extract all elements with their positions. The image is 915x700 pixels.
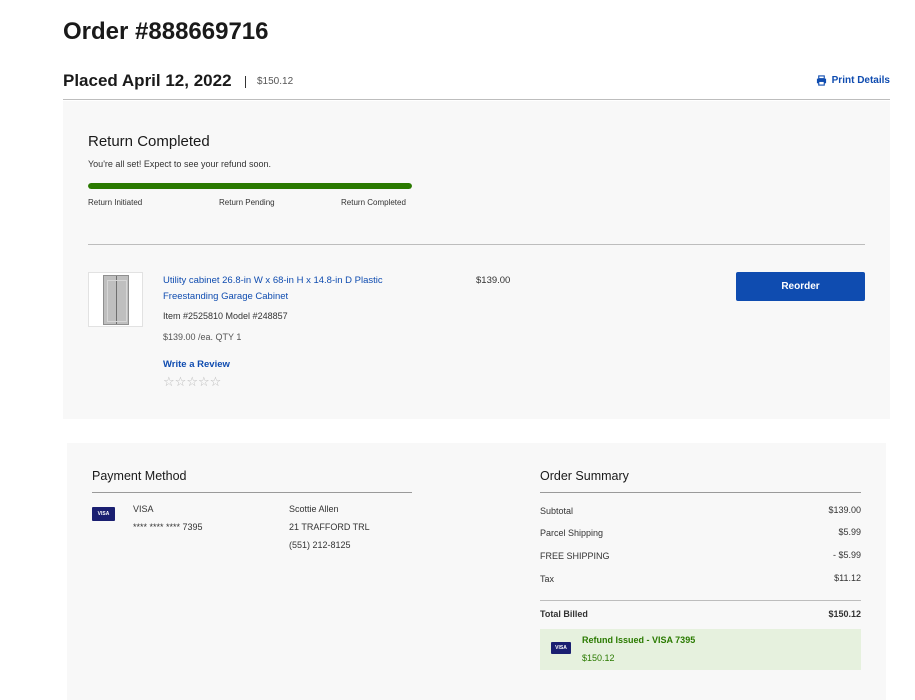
product-item-model: Item #2525810 Model #248857 bbox=[163, 311, 288, 321]
printer-icon bbox=[816, 75, 826, 86]
print-details-label: Print Details bbox=[831, 75, 890, 86]
total-billed-value: $150.12 bbox=[828, 609, 861, 619]
print-details-link[interactable]: Print Details bbox=[816, 75, 890, 86]
visa-card-icon: VISA bbox=[551, 642, 571, 654]
order-summary-title: Order Summary bbox=[540, 469, 629, 483]
product-price: $139.00 bbox=[476, 275, 511, 286]
star-icon[interactable]: ☆ bbox=[186, 374, 198, 389]
card-number: **** **** **** 7395 bbox=[133, 522, 203, 532]
return-status-title: Return Completed bbox=[88, 133, 210, 150]
summary-value: $5.99 bbox=[838, 527, 861, 537]
payment-summary-panel: Payment Method VISA VISA **** **** **** … bbox=[67, 443, 886, 700]
summary-label: Parcel Shipping bbox=[540, 528, 604, 538]
summary-label: Subtotal bbox=[540, 506, 574, 516]
summary-divider bbox=[540, 492, 861, 493]
return-progress-fill bbox=[88, 183, 412, 189]
order-header: Placed April 12, 2022 $150.12 Print Deta… bbox=[63, 71, 890, 100]
rating-stars[interactable]: ☆☆☆☆☆ bbox=[163, 374, 221, 390]
return-progress-bar bbox=[88, 183, 412, 189]
step-return-completed: Return Completed bbox=[341, 198, 406, 207]
refund-issued-label: Refund Issued - VISA 7395 bbox=[582, 635, 696, 645]
placed-date: Placed April 12, 2022 bbox=[63, 71, 232, 90]
summary-value: - $5.99 bbox=[832, 550, 861, 560]
product-unit-qty: $139.00 /ea. QTY 1 bbox=[163, 332, 242, 342]
summary-label: Tax bbox=[540, 574, 555, 584]
order-title: Order #888669716 bbox=[63, 18, 269, 45]
payment-method-title: Payment Method bbox=[92, 469, 187, 483]
write-review-link[interactable]: Write a Review bbox=[163, 359, 230, 370]
visa-card-icon: VISA bbox=[92, 507, 115, 521]
reorder-button[interactable]: Reorder bbox=[736, 272, 865, 301]
step-return-pending: Return Pending bbox=[219, 198, 275, 207]
refund-amount: $150.12 bbox=[582, 653, 615, 663]
step-return-initiated: Return Initiated bbox=[88, 198, 143, 207]
payer-phone: (551) 212-8125 bbox=[289, 540, 351, 550]
total-billed-label: Total Billed bbox=[540, 609, 588, 619]
return-status-message: You're all set! Expect to see your refun… bbox=[88, 159, 271, 169]
order-total: $150.12 bbox=[257, 76, 294, 87]
summary-label: FREE SHIPPING bbox=[540, 551, 610, 561]
return-status-panel: Return Completed You're all set! Expect … bbox=[63, 101, 890, 419]
total-divider bbox=[540, 600, 861, 601]
star-icon[interactable]: ☆ bbox=[210, 374, 222, 389]
cabinet-image bbox=[102, 274, 129, 325]
header-separator bbox=[245, 76, 246, 88]
star-icon[interactable]: ☆ bbox=[175, 374, 187, 389]
refund-notice: VISA Refund Issued - VISA 7395 $150.12 bbox=[540, 629, 861, 670]
section-divider bbox=[88, 244, 865, 245]
summary-value: $139.00 bbox=[828, 505, 861, 515]
payer-name: Scottie Allen bbox=[289, 504, 339, 514]
star-icon[interactable]: ☆ bbox=[198, 374, 210, 389]
product-name-link[interactable]: Utility cabinet 26.8-in W x 68-in H x 14… bbox=[163, 273, 413, 304]
summary-value: $11.12 bbox=[834, 573, 861, 583]
product-image[interactable] bbox=[88, 272, 143, 327]
card-name: VISA bbox=[133, 504, 154, 514]
star-icon[interactable]: ☆ bbox=[163, 374, 175, 389]
payer-address: 21 TRAFFORD TRL bbox=[289, 522, 370, 532]
payment-divider bbox=[92, 492, 412, 493]
